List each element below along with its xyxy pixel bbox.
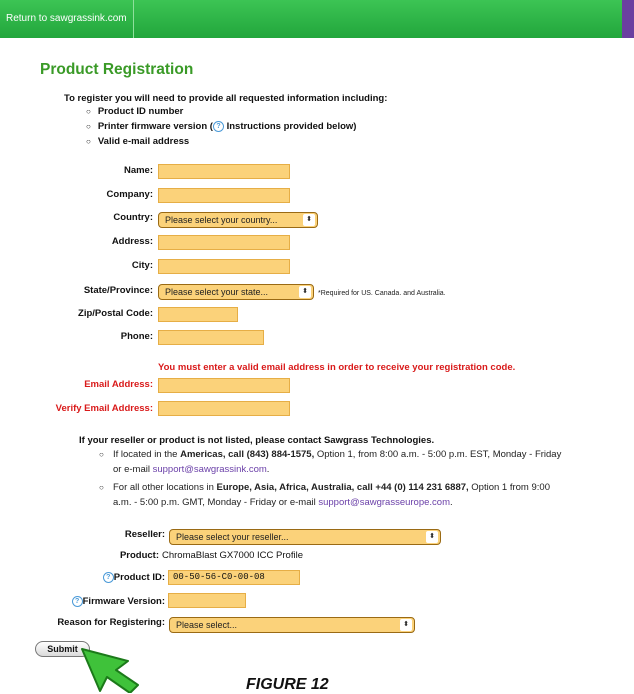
company-label: Company: xyxy=(106,189,153,200)
phone-field[interactable] xyxy=(158,330,264,345)
state-select[interactable]: Please select your state... ⬍ xyxy=(158,284,314,300)
company-field[interactable] xyxy=(158,188,290,203)
phone-label: Phone: xyxy=(120,331,153,342)
reseller-select[interactable]: Please select your reseller... ⬍ xyxy=(169,529,441,545)
requirements-list: Product ID number Printer firmware versi… xyxy=(86,104,357,149)
zip-label: Zip/Postal Code: xyxy=(78,308,153,319)
state-label: State/Province: xyxy=(83,285,153,296)
chevron-updown-icon: ⬍ xyxy=(303,214,315,226)
support-email-link[interactable]: support@sawgrassink.com xyxy=(153,464,267,475)
firmware-label: ? Firmware Version: xyxy=(71,596,165,607)
help-icon[interactable]: ? xyxy=(102,572,114,583)
email-label: Email Address: xyxy=(84,379,153,390)
return-to-site-link[interactable]: Return to sawgrassink.com xyxy=(0,0,134,38)
country-label: Country: xyxy=(113,212,153,223)
list-item: Product ID number xyxy=(86,104,356,119)
europe-support-email-link[interactable]: support@sawgrasseurope.com xyxy=(318,497,450,508)
pointer-arrow-icon xyxy=(81,648,139,693)
help-icon[interactable]: ? xyxy=(212,120,224,132)
firmware-field[interactable] xyxy=(168,593,246,608)
intro-text: To register you will need to provide all… xyxy=(64,93,388,104)
reseller-note: If your reseller or product is not liste… xyxy=(79,435,435,446)
topbar-accent xyxy=(622,0,634,38)
zip-field[interactable] xyxy=(158,307,238,322)
page-title: Product Registration xyxy=(40,61,194,78)
address-label: Address: xyxy=(111,236,153,247)
chevron-updown-icon: ⬍ xyxy=(400,619,412,631)
figure-caption: FIGURE 12 xyxy=(246,676,329,693)
email-field[interactable] xyxy=(158,378,290,393)
product-value: ChromaBlast GX7000 ICC Profile xyxy=(162,550,303,561)
top-nav-bar: Return to sawgrassink.com xyxy=(0,0,634,38)
name-field[interactable] xyxy=(158,164,290,179)
reason-select[interactable]: Please select... ⬍ xyxy=(169,617,415,633)
verify-email-label: Verify Email Address: xyxy=(55,403,153,414)
product-label: Product: xyxy=(119,550,159,561)
verify-email-field[interactable] xyxy=(158,401,290,416)
product-id-field[interactable]: 00-50-56-C0-00-08 xyxy=(168,570,300,585)
reseller-label: Reseller: xyxy=(124,529,165,540)
state-required-note: *Required for US. Canada. and Australia. xyxy=(318,290,446,297)
country-select[interactable]: Please select your country... ⬍ xyxy=(158,212,318,228)
city-field[interactable] xyxy=(158,259,290,274)
name-label: Name: xyxy=(123,165,153,176)
product-id-label: ? Product ID: xyxy=(102,572,165,583)
list-item: Valid e-mail address xyxy=(86,134,356,149)
address-field[interactable] xyxy=(158,235,290,250)
chevron-updown-icon: ⬍ xyxy=(299,286,311,298)
help-icon[interactable]: ? xyxy=(71,596,83,607)
email-warning: You must enter a valid email address in … xyxy=(158,362,516,373)
international-contact: ○ For all other locations in Europe, Asi… xyxy=(99,482,550,508)
list-item: Printer firmware version (? Instructions… xyxy=(86,119,356,134)
chevron-updown-icon: ⬍ xyxy=(426,531,438,543)
reason-label: Reason for Registering: xyxy=(57,617,165,628)
city-label: City: xyxy=(131,260,153,271)
americas-contact: ○ If located in the Americas, call (843)… xyxy=(99,449,562,475)
